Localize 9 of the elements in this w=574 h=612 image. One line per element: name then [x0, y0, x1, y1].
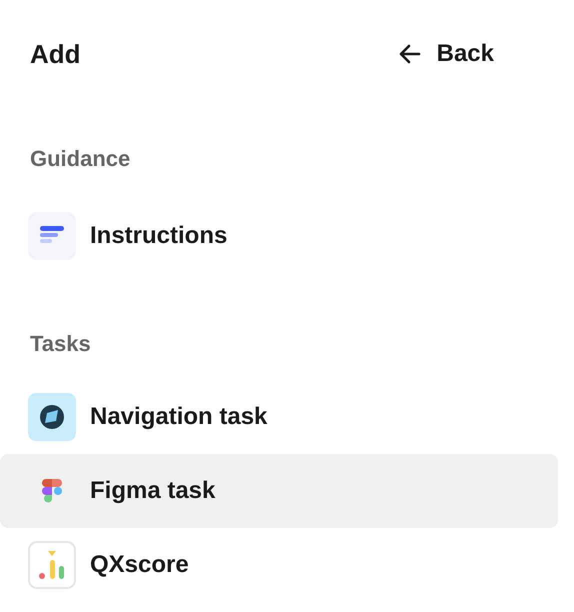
- bar-chart-icon: [28, 541, 76, 589]
- section-heading: Guidance: [29, 146, 132, 172]
- back-button[interactable]: Back: [398, 40, 494, 68]
- lines-icon: [28, 212, 76, 260]
- panel-title: Add: [30, 38, 81, 70]
- list-item[interactable]: Figma task: [0, 454, 558, 528]
- arrow-left-icon: [398, 44, 421, 64]
- compass-icon: [28, 393, 76, 441]
- section-heading: Tasks: [29, 331, 92, 357]
